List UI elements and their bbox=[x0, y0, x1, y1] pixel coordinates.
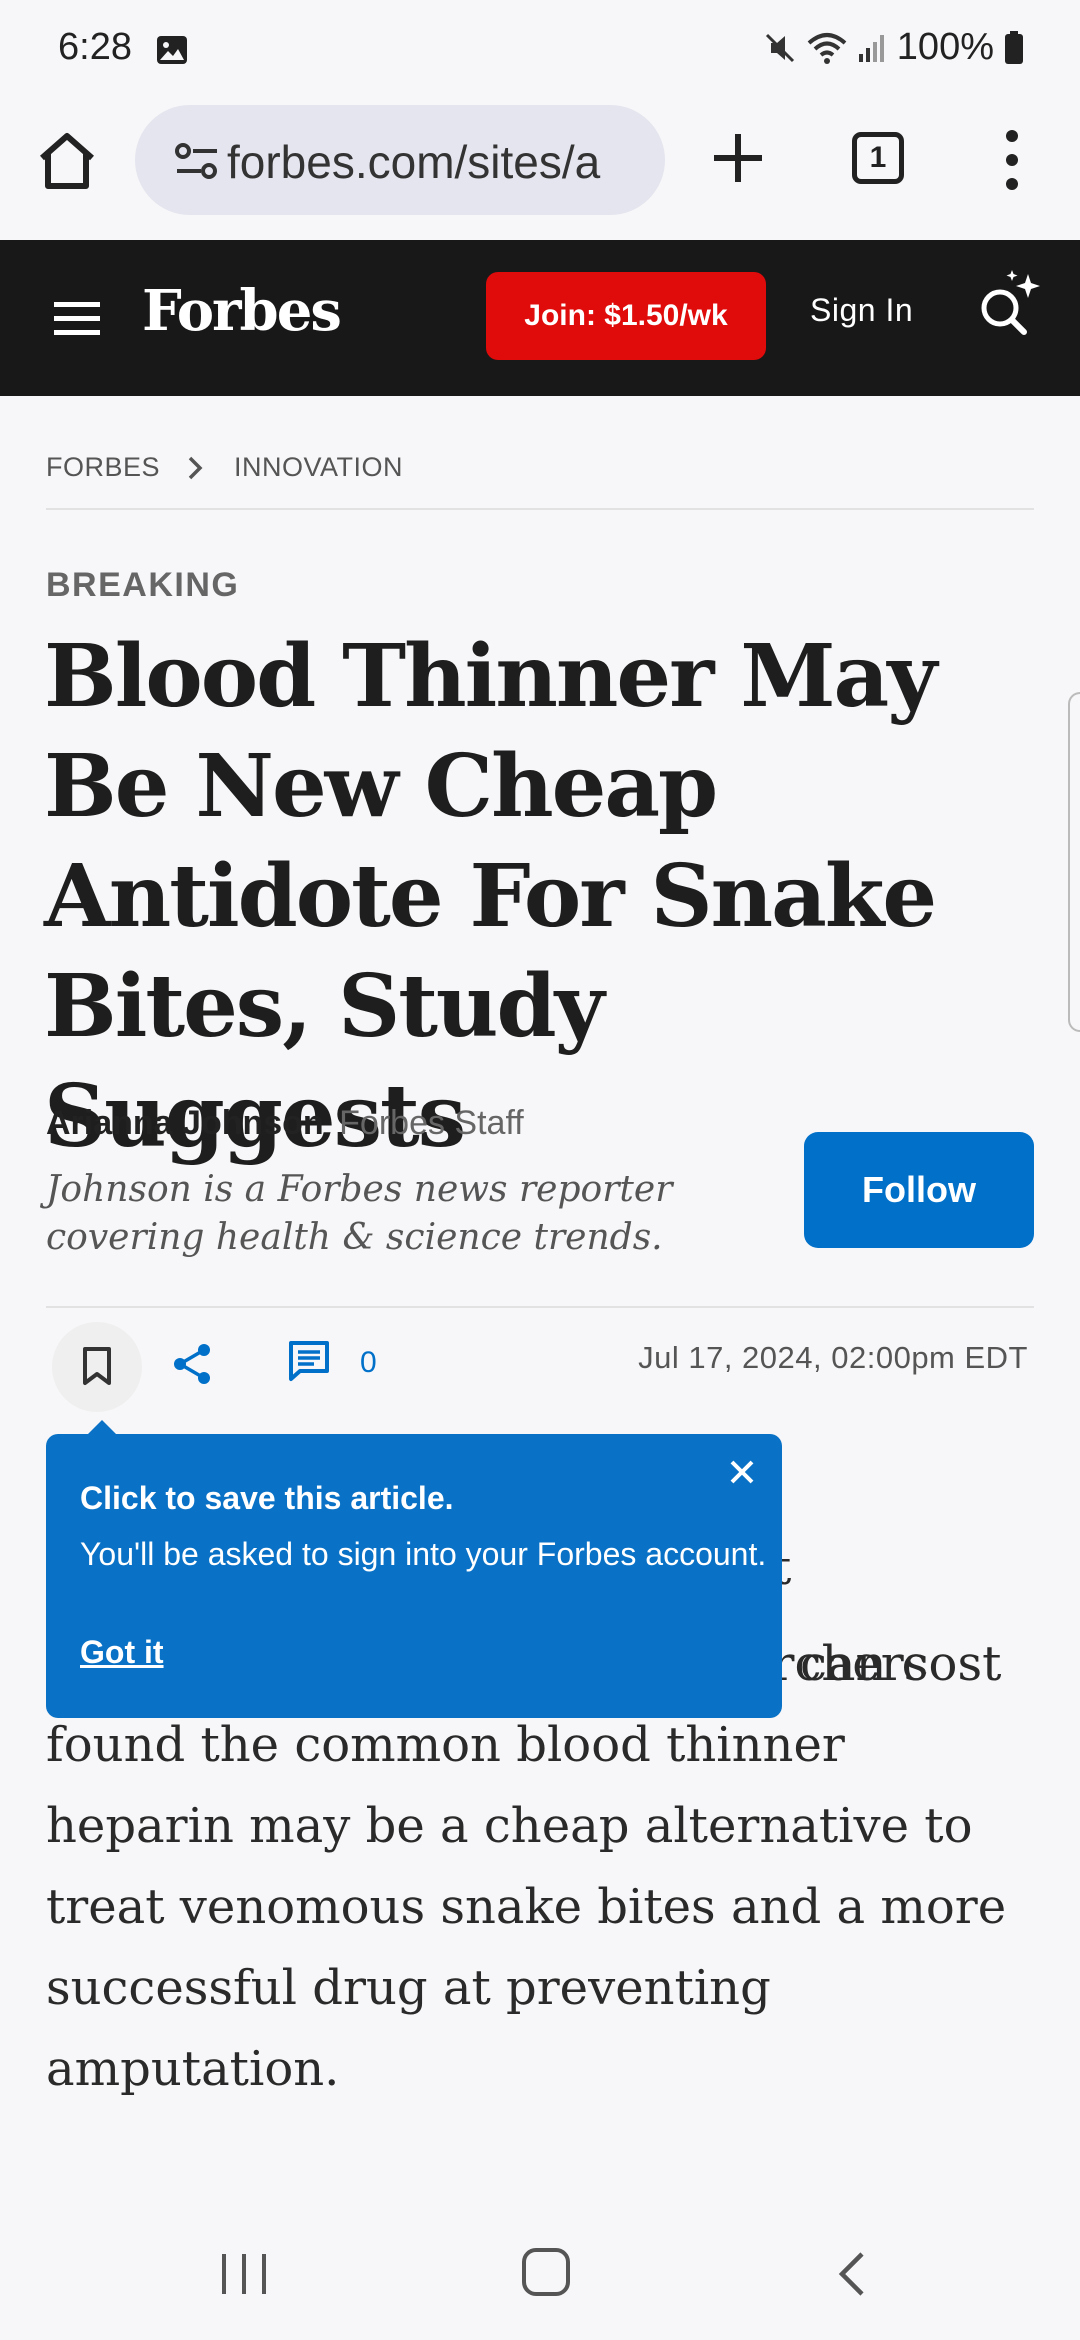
body-line: successful drug at preventing bbox=[46, 1960, 771, 2016]
scroll-handle[interactable] bbox=[1068, 692, 1080, 1032]
home-icon[interactable] bbox=[34, 128, 100, 194]
author-role: Forbes Staff bbox=[339, 1104, 524, 1142]
got-it-link[interactable]: Got it bbox=[80, 1634, 164, 1671]
close-icon[interactable] bbox=[724, 1454, 760, 1490]
breadcrumb-innovation[interactable]: INNOVATION bbox=[234, 452, 403, 483]
body-line: treat venomous snake bites and a more bbox=[46, 1879, 1007, 1935]
site-header: Forbes Join: $1.50/wk Sign In bbox=[0, 240, 1080, 396]
article-headline: Blood Thinner May Be New Cheap Antidote … bbox=[44, 626, 937, 1167]
battery-percent: 100% bbox=[896, 26, 994, 68]
breadcrumb-forbes[interactable]: FORBES bbox=[46, 452, 160, 483]
url-text[interactable]: forbes.com/sites/a bbox=[227, 135, 657, 189]
mute-icon bbox=[765, 33, 794, 62]
chevron-right-icon bbox=[188, 456, 203, 479]
wifi-icon bbox=[807, 32, 847, 64]
comment-count[interactable]: 0 bbox=[360, 1346, 377, 1380]
system-nav-bar bbox=[0, 2200, 1080, 2340]
comment-icon[interactable] bbox=[288, 1340, 330, 1382]
follow-button[interactable]: Follow bbox=[804, 1132, 1034, 1248]
tooltip-arrow bbox=[86, 1420, 118, 1436]
join-button[interactable]: Join: $1.50/wk bbox=[486, 272, 766, 360]
tune-icon[interactable] bbox=[175, 142, 219, 180]
tooltip-title: Click to save this article. bbox=[80, 1480, 454, 1516]
browser-toolbar: forbes.com/sites/a 1 bbox=[0, 100, 1080, 240]
more-vert-icon[interactable] bbox=[1000, 128, 1024, 192]
author-bio: Johnson is a Forbes news reporter coveri… bbox=[46, 1169, 673, 1258]
hamburger-icon[interactable] bbox=[54, 298, 100, 338]
plus-icon[interactable] bbox=[708, 128, 768, 188]
body-line: heparin may be a cheap alternative to bbox=[46, 1798, 973, 1854]
author-name[interactable]: Arianna Johnson bbox=[46, 1104, 324, 1142]
forbes-logo[interactable]: Forbes bbox=[142, 278, 342, 344]
recents-icon[interactable] bbox=[220, 2252, 268, 2296]
breadcrumb: FORBES INNOVATION bbox=[46, 452, 403, 483]
divider bbox=[46, 508, 1034, 510]
search-sparkle-icon[interactable] bbox=[972, 268, 1044, 340]
image-notification-icon bbox=[157, 36, 187, 64]
divider bbox=[46, 1306, 1034, 1308]
url-bar[interactable]: forbes.com/sites/a bbox=[135, 105, 665, 215]
save-article-tooltip: Click to save this article. You'll be as… bbox=[46, 1420, 782, 1718]
nav-home-icon[interactable] bbox=[522, 2248, 570, 2296]
article-date: Jul 17, 2024, 02:00pm EDT bbox=[638, 1340, 1028, 1375]
body-line: amputation. bbox=[46, 2041, 340, 2097]
tabs-icon[interactable]: 1 bbox=[852, 132, 904, 184]
author-line: Arianna Johnson Forbes Staff bbox=[46, 1104, 524, 1143]
status-bar: 6:28 100% bbox=[0, 0, 1080, 100]
back-icon[interactable] bbox=[836, 2250, 866, 2298]
bookmark-button[interactable] bbox=[52, 1322, 142, 1412]
status-icons: 100% bbox=[763, 26, 1024, 69]
signal-icon bbox=[858, 34, 884, 62]
status-time: 6:28 bbox=[58, 26, 132, 68]
share-icon[interactable] bbox=[170, 1342, 214, 1386]
kicker-label: BREAKING bbox=[46, 566, 240, 604]
bookmark-icon bbox=[83, 1347, 111, 1385]
tooltip-text: You'll be asked to sign into your Forbes… bbox=[80, 1536, 767, 1572]
battery-icon bbox=[1005, 30, 1023, 64]
sign-in-button[interactable]: Sign In bbox=[810, 292, 913, 329]
